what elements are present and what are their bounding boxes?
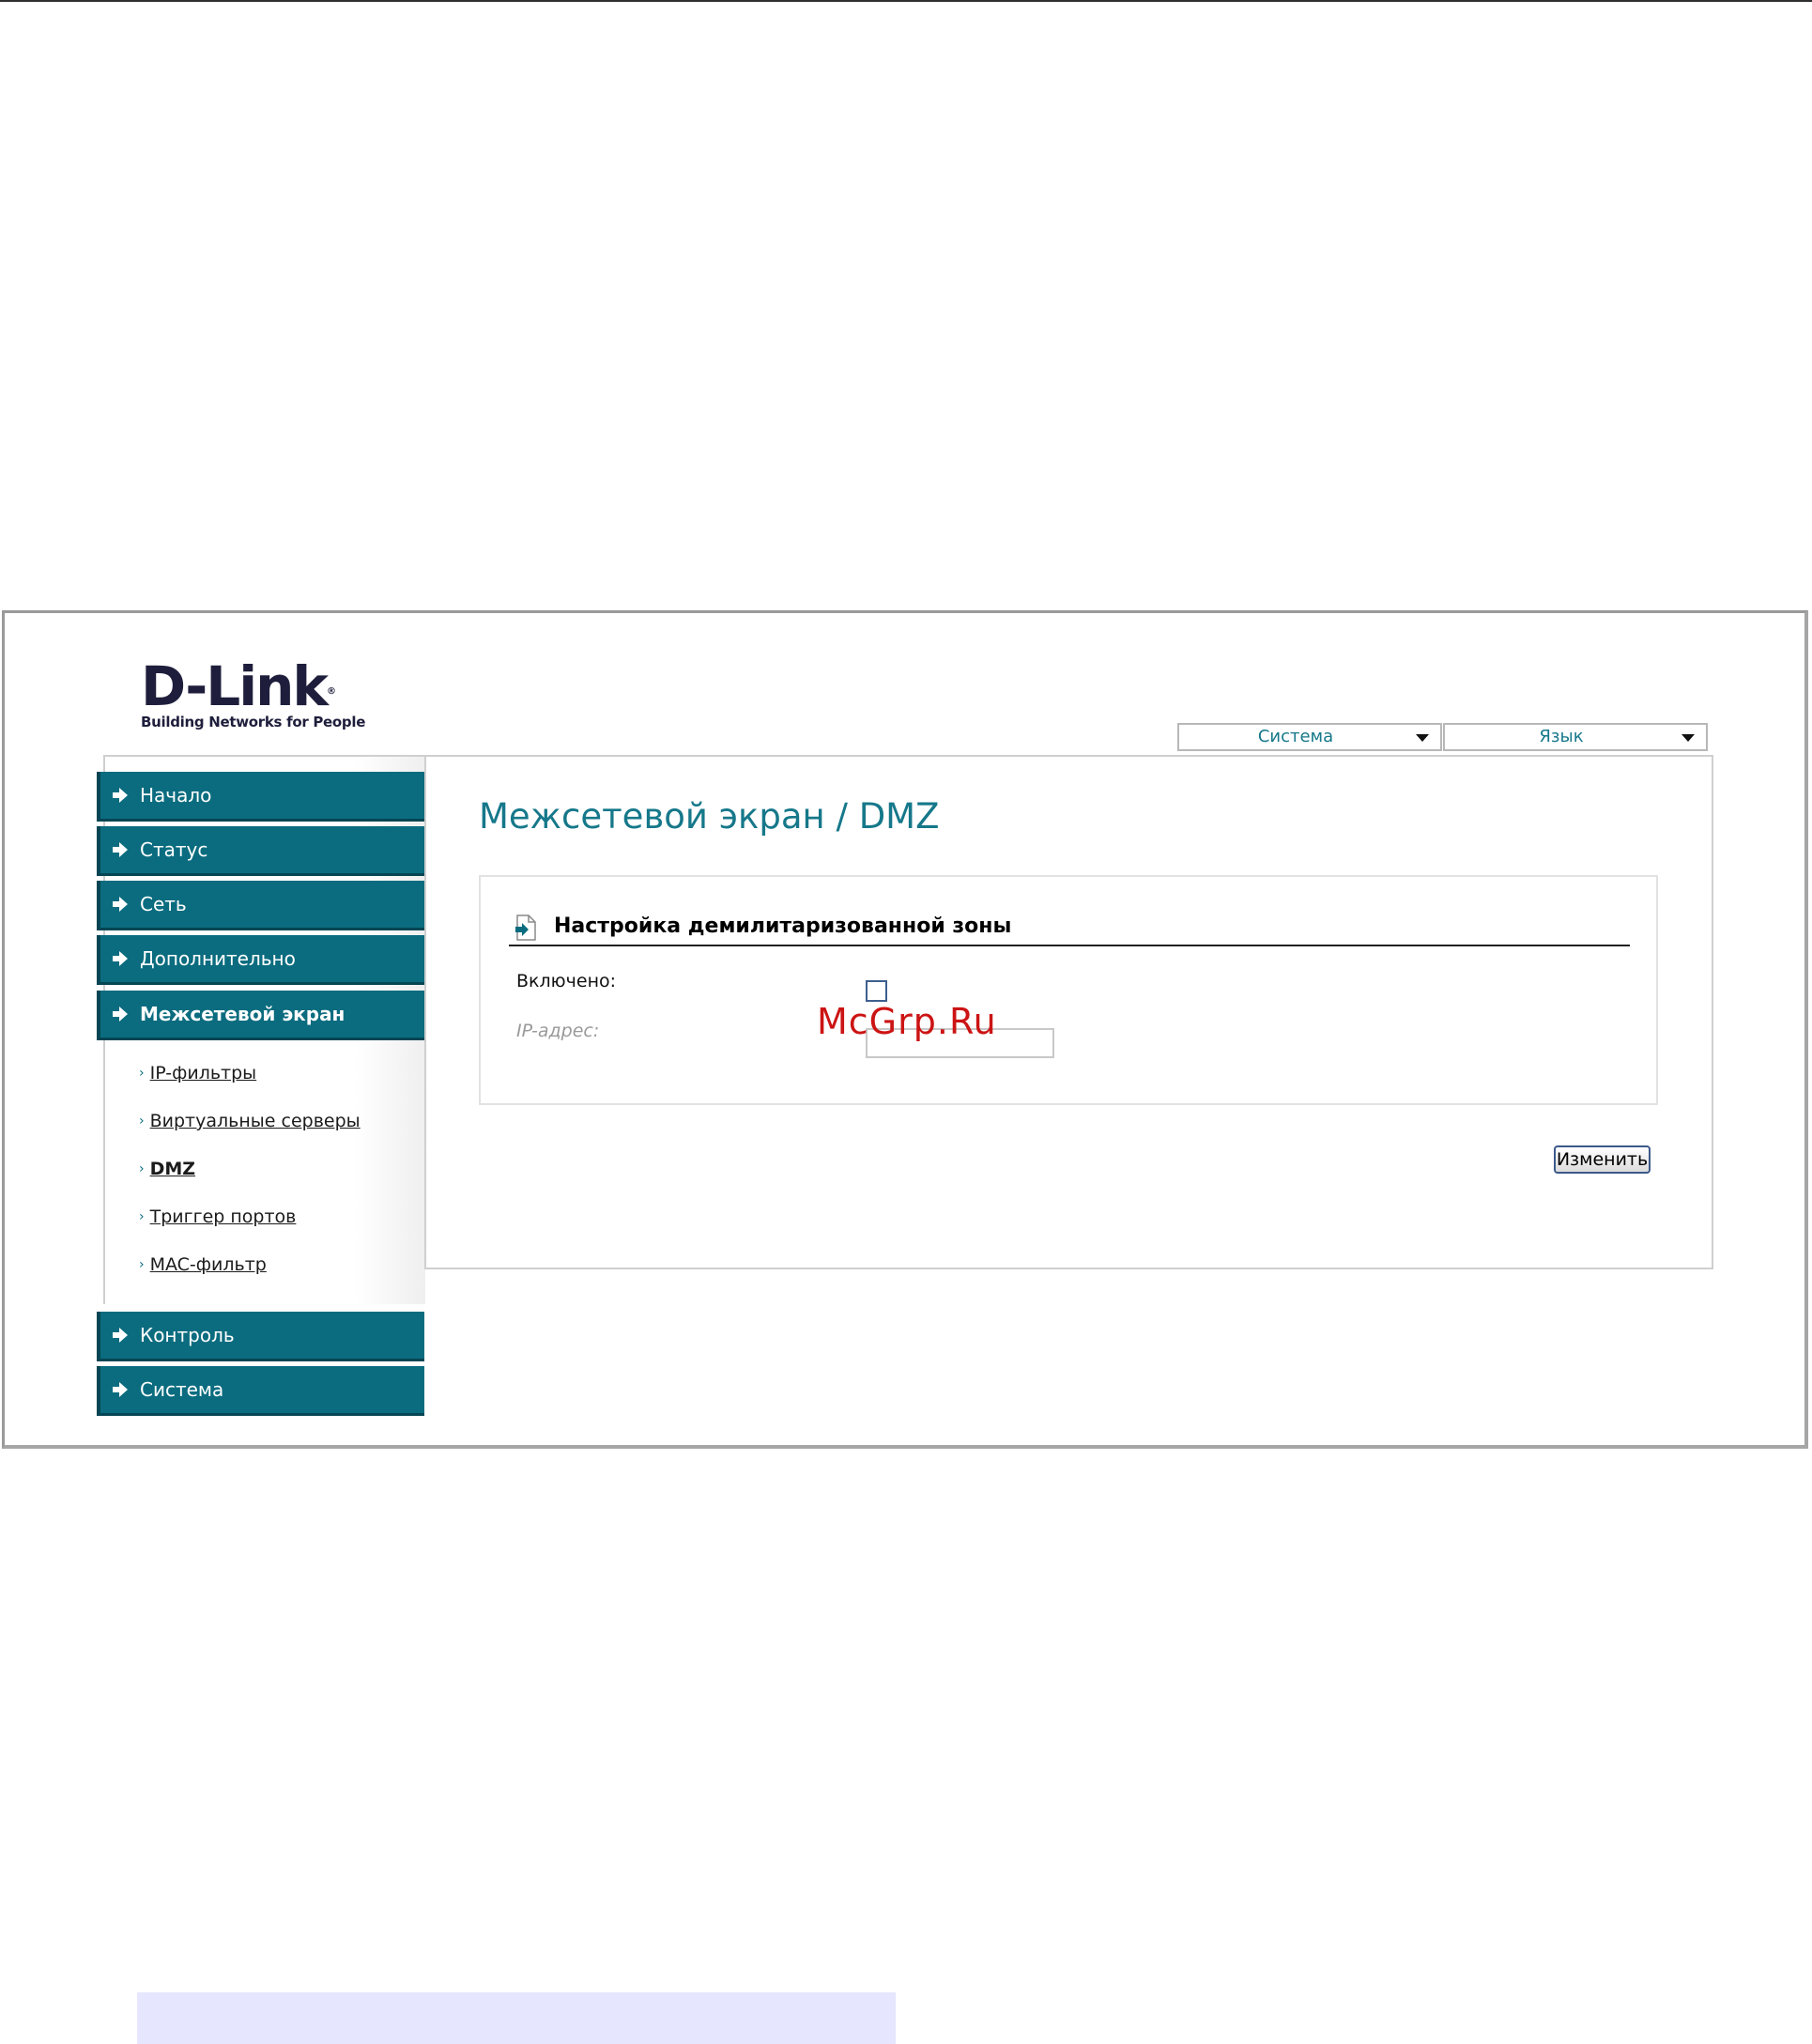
language-menu-label: Язык: [1539, 727, 1584, 746]
chevron-down-icon: [1416, 734, 1429, 742]
system-menu-select[interactable]: Система: [1177, 723, 1442, 751]
submenu-item-label: Виртуальные серверы: [149, 1111, 361, 1131]
sidebar-item-firewall[interactable]: Межсетевой экран: [97, 991, 424, 1039]
bullet-icon: ›: [139, 1257, 145, 1272]
d-link-logo: D-Link® Building Networks for People: [141, 659, 385, 730]
sidebar-item-label: Начало: [140, 784, 212, 807]
logo-brand: D-Link: [141, 654, 329, 718]
logo-tagline: Building Networks for People: [141, 714, 366, 730]
document-arrow-icon: [515, 914, 536, 941]
section-title: Настройка демилитаризованной зоны: [554, 914, 1012, 938]
submenu-item-dmz[interactable]: › DMZ: [139, 1159, 195, 1179]
sidebar-item-label: Сеть: [140, 893, 187, 915]
sidebar-item-label: Статус: [140, 838, 208, 861]
submenu-item-mac-filter[interactable]: › MAC-фильтр: [139, 1254, 267, 1275]
sidebar-item-label: Межсетевой экран: [140, 1003, 346, 1025]
watermark: McGrp.Ru: [817, 1001, 997, 1042]
system-menu-label: Система: [1257, 727, 1334, 746]
enabled-label: Включено:: [516, 971, 617, 991]
arrow-right-icon: [113, 951, 128, 966]
sidebar-item-label: Контроль: [140, 1324, 235, 1346]
submenu-item-label: DMZ: [149, 1159, 196, 1179]
sidebar-item-advanced[interactable]: Дополнительно: [97, 935, 424, 984]
arrow-right-icon: [113, 1328, 128, 1343]
arrow-right-icon: [113, 788, 128, 803]
submenu-item-virtual-servers[interactable]: › Виртуальные серверы: [139, 1111, 361, 1131]
arrow-right-icon: [113, 1007, 128, 1022]
bottom-highlight-box: [137, 1992, 896, 2044]
sidebar-item-start[interactable]: Начало: [97, 772, 424, 821]
section-divider: [509, 945, 1630, 946]
sidebar-item-label: Система: [140, 1378, 224, 1401]
enabled-checkbox[interactable]: [866, 980, 887, 1002]
ip-address-label: IP-адрес:: [516, 1021, 600, 1041]
submenu-item-ip-filters[interactable]: › IP-фильтры: [139, 1063, 256, 1083]
arrow-right-icon: [113, 1382, 128, 1397]
submenu-item-label: IP-фильтры: [149, 1063, 257, 1083]
arrow-right-icon: [113, 897, 128, 912]
submenu-item-label: MAC-фильтр: [149, 1254, 267, 1275]
sidebar-item-control[interactable]: Контроль: [97, 1312, 424, 1360]
chevron-down-icon: [1681, 734, 1695, 742]
change-button[interactable]: Изменить: [1554, 1145, 1651, 1174]
bullet-icon: ›: [139, 1114, 145, 1129]
arrow-right-icon: [113, 842, 128, 857]
submenu-item-label: Триггер портов: [149, 1206, 297, 1227]
sidebar-item-status[interactable]: Статус: [97, 826, 424, 875]
bullet-icon: ›: [139, 1066, 145, 1081]
sidebar-item-label: Дополнительно: [140, 947, 296, 970]
page-title: Межсетевой экран / DMZ: [479, 796, 940, 837]
bullet-icon: ›: [139, 1209, 145, 1224]
top-rule: [0, 0, 1812, 2]
logo-registered: ®: [327, 686, 336, 697]
sidebar-item-network[interactable]: Сеть: [97, 881, 424, 930]
submenu-item-port-trigger[interactable]: › Триггер портов: [139, 1206, 296, 1227]
language-menu-select[interactable]: Язык: [1443, 723, 1708, 751]
sidebar-item-system[interactable]: Система: [97, 1366, 424, 1415]
bullet-icon: ›: [139, 1161, 145, 1176]
dmz-settings-box: [479, 875, 1658, 1105]
